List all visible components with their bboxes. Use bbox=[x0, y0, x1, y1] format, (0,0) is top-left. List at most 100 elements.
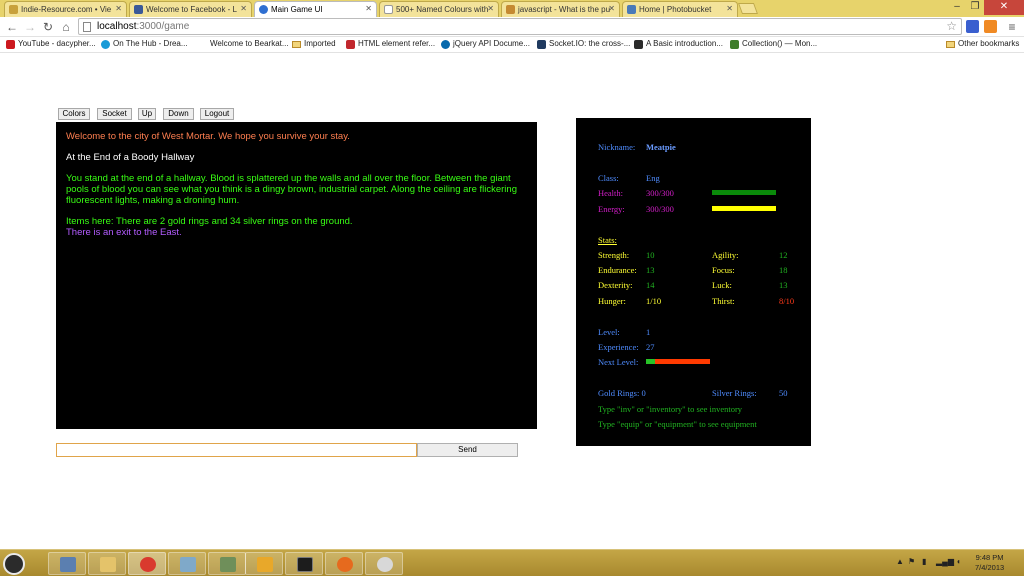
welcome-message: Welcome to the city of West Mortar. We h… bbox=[66, 131, 350, 142]
tab-photobucket[interactable]: Home | Photobucket ✕ bbox=[622, 1, 738, 17]
tray-expand-icon[interactable]: ▲ bbox=[896, 557, 904, 566]
energy-value: 300/300 bbox=[646, 204, 674, 214]
page-icon bbox=[384, 5, 393, 14]
mdn-icon bbox=[346, 40, 355, 49]
clock-date: 7/4/2013 bbox=[975, 563, 1005, 572]
socket-button[interactable]: Socket bbox=[97, 108, 132, 120]
taskbar-app-paint[interactable] bbox=[365, 552, 403, 575]
focus-value: 18 bbox=[779, 265, 788, 275]
home-icon[interactable]: ⌂ bbox=[58, 19, 74, 35]
minimize-button[interactable]: – bbox=[948, 0, 966, 15]
volume-icon[interactable]: ◖ bbox=[956, 557, 961, 566]
forward-arrow-icon[interactable]: → bbox=[22, 19, 38, 35]
tab-close-icon[interactable]: ✕ bbox=[240, 4, 247, 13]
tab-close-icon[interactable]: ✕ bbox=[608, 4, 615, 13]
tab-close-icon[interactable]: ✕ bbox=[726, 4, 733, 13]
tab-facebook[interactable]: Welcome to Facebook - L ✕ bbox=[129, 1, 252, 17]
folder-icon bbox=[100, 557, 116, 572]
tab-javascript[interactable]: javascript - What is the pu ✕ bbox=[501, 1, 620, 17]
taskbar-app-explorer[interactable] bbox=[88, 552, 126, 575]
taskbar-app-notes[interactable] bbox=[168, 552, 206, 575]
next-level-bar bbox=[646, 359, 710, 364]
system-clock[interactable]: 9:48 PM 7/4/2013 bbox=[975, 553, 1004, 573]
menu-icon[interactable]: ≡ bbox=[1004, 19, 1020, 35]
youtube-icon bbox=[6, 40, 15, 49]
tab-close-icon[interactable]: ✕ bbox=[365, 4, 372, 13]
tab-label: Home | Photobucket bbox=[639, 5, 712, 14]
tab-close-icon[interactable]: ✕ bbox=[115, 4, 122, 13]
tab-label: Indie-Resource.com • Vie bbox=[21, 5, 112, 14]
folder-icon bbox=[292, 41, 301, 48]
taskbar-app-control-panel[interactable] bbox=[48, 552, 86, 575]
bookmark-bearkat[interactable]: Welcome to Bearkat... bbox=[198, 39, 289, 48]
room-exits: There is an exit to the East. bbox=[66, 227, 182, 238]
photobucket-icon bbox=[627, 5, 636, 14]
bookmark-youtube[interactable]: YouTube - dacypher... bbox=[6, 39, 96, 49]
class-label: Class: bbox=[598, 173, 619, 183]
tab-named-colours[interactable]: 500+ Named Colours with ✕ bbox=[379, 1, 499, 17]
address-bar[interactable]: localhost:3000/game ☆ bbox=[78, 18, 962, 35]
firefox-icon bbox=[337, 557, 353, 572]
taskbar-app-firefox[interactable] bbox=[325, 552, 363, 575]
colors-button[interactable]: Colors bbox=[58, 108, 90, 120]
jquery-icon bbox=[441, 40, 450, 49]
browser-toolbar: ← → ↻ ⌂ localhost:3000/game ☆ ≡ bbox=[0, 17, 1024, 37]
bookmark-collection[interactable]: Collection() — Mon... bbox=[730, 39, 817, 49]
extension-icon[interactable] bbox=[966, 20, 979, 33]
bookmark-jquery[interactable]: jQuery API Docume... bbox=[441, 39, 530, 49]
taskbar-app-terminal[interactable] bbox=[285, 552, 323, 575]
down-button[interactable]: Down bbox=[163, 108, 194, 120]
bookmark-other[interactable]: Other bookmarks bbox=[946, 39, 1019, 48]
facebook-icon bbox=[134, 5, 143, 14]
stackoverflow-icon bbox=[506, 5, 515, 14]
stats-heading: Stats: bbox=[598, 235, 617, 245]
room-title: At the End of a Boody Hallway bbox=[66, 152, 195, 163]
back-arrow-icon[interactable]: ← bbox=[4, 19, 20, 35]
bookmark-on-the-hub[interactable]: On The Hub - Drea... bbox=[101, 39, 188, 49]
tab-label: 500+ Named Colours with bbox=[396, 5, 489, 14]
taskbar-app-webstorm[interactable] bbox=[245, 552, 283, 575]
address-url[interactable]: localhost:3000/game bbox=[97, 21, 189, 32]
bookmark-imported[interactable]: Imported bbox=[292, 39, 336, 48]
rss-icon[interactable] bbox=[984, 20, 997, 33]
taskbar-app-chrome[interactable] bbox=[128, 552, 166, 575]
bookmark-html-element[interactable]: HTML element refer... bbox=[346, 39, 435, 49]
close-window-button[interactable]: ✕ bbox=[984, 0, 1024, 15]
strength-value: 10 bbox=[646, 250, 655, 260]
focus-label: Focus: bbox=[712, 265, 735, 275]
logout-button[interactable]: Logout bbox=[200, 108, 234, 120]
control-panel-icon bbox=[60, 557, 76, 572]
signal-icon[interactable]: ▂▄▆ bbox=[936, 557, 954, 566]
hunger-value: 1/10 bbox=[646, 296, 662, 306]
experience-label: Experience: bbox=[598, 342, 639, 352]
taskbar-app-calculator[interactable] bbox=[208, 552, 246, 575]
bookmark-basic-intro[interactable]: A Basic introduction... bbox=[634, 39, 723, 49]
tab-main-game-ui[interactable]: Main Game UI ✕ bbox=[254, 1, 377, 17]
restore-button[interactable]: ❐ bbox=[966, 0, 984, 15]
game-output-panel: Welcome to the city of West Mortar. We h… bbox=[56, 122, 537, 429]
tab-indie-resource[interactable]: Indie-Resource.com • Vie ✕ bbox=[4, 1, 127, 17]
thirst-value: 8/10 bbox=[779, 296, 795, 306]
flag-icon[interactable]: ⚑ bbox=[908, 557, 915, 566]
send-button[interactable]: Send bbox=[417, 443, 518, 457]
new-tab-button[interactable] bbox=[737, 3, 759, 14]
network-icon[interactable]: ▮ bbox=[922, 557, 926, 566]
bookmark-star-icon[interactable]: ☆ bbox=[946, 19, 957, 33]
up-button[interactable]: Up bbox=[138, 108, 156, 120]
energy-bar bbox=[712, 206, 776, 211]
tab-label: javascript - What is the pu bbox=[518, 5, 611, 14]
hunger-label: Hunger: bbox=[598, 296, 626, 306]
tab-favicon-icon bbox=[9, 5, 18, 14]
tab-close-icon[interactable]: ✕ bbox=[487, 4, 494, 13]
silver-rings-label: Silver Rings: bbox=[712, 388, 757, 398]
command-input[interactable] bbox=[56, 443, 417, 457]
inventory-hint: Type "inv" or "inventory" to see invento… bbox=[598, 404, 743, 414]
level-value: 1 bbox=[646, 327, 651, 337]
mongodb-icon bbox=[730, 40, 739, 49]
room-description: You stand at the end of a hallway. Blood… bbox=[66, 173, 517, 206]
tab-favicon-icon bbox=[259, 5, 268, 14]
start-button[interactable] bbox=[3, 553, 25, 575]
bookmark-socketio[interactable]: Socket.IO: the cross-... bbox=[537, 39, 630, 49]
reload-icon[interactable]: ↻ bbox=[40, 19, 56, 35]
equipment-hint: Type "equip" or "equipment" to see equip… bbox=[598, 419, 757, 429]
